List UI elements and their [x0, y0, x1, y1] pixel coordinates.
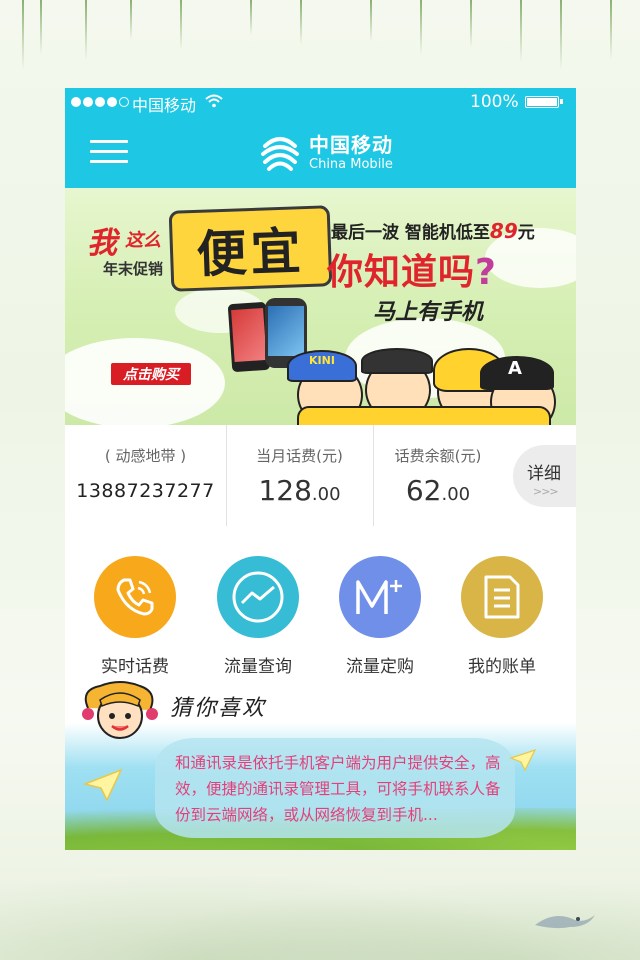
- recommend-description: 和通讯录是依托手机客户端为用户提供安全，高效，便捷的通讯录管理工具，可将手机联系…: [175, 754, 501, 824]
- bird-decoration-icon: [535, 915, 595, 929]
- battery-icon: [525, 96, 563, 108]
- banner-promo-subtitle: 年末促销: [103, 260, 164, 278]
- detail-arrows-icon: >>>: [533, 485, 559, 498]
- banner-last-wave: 最后一波 智能机低至89元: [331, 219, 535, 243]
- china-mobile-logo: 中国移动 China Mobile: [259, 132, 393, 174]
- paper-plane-icon: [83, 768, 123, 802]
- kid-hat-text: KINI: [309, 354, 335, 367]
- traffic-order-button[interactable]: 流量定购: [330, 556, 430, 677]
- bill-document-icon: [461, 556, 543, 638]
- recommend-title: 猜你喜欢: [170, 696, 267, 721]
- cartoon-girl-icon: [82, 681, 158, 739]
- battery-percent: 100%: [470, 92, 519, 112]
- carrier-name: 中国移动: [132, 96, 197, 115]
- hamburger-menu-icon[interactable]: [90, 136, 128, 166]
- wifi-icon: [205, 94, 223, 108]
- logo-cn: 中国移动: [309, 133, 393, 157]
- phone-screen: 中国移动 100% 中国移动 China Mobile 我 这么 年末促销 便宜…: [65, 88, 576, 850]
- banner-wo: 我: [87, 226, 117, 261]
- balance-panel: ( 动感地带 ) 13887237277 当月话费(元) 128.00 话费余额…: [65, 425, 576, 527]
- traffic-chart-icon: [217, 556, 299, 638]
- status-bar: 中国移动 100%: [65, 88, 576, 116]
- remaining-label: 话费余额(元): [394, 447, 482, 465]
- paper-plane-small-icon: [509, 748, 537, 772]
- m-plus-icon: [339, 556, 421, 638]
- banner-zheme: 这么: [125, 230, 161, 251]
- realtime-fee-button[interactable]: 实时话费: [85, 556, 185, 677]
- buy-now-button[interactable]: 点击购买: [111, 363, 191, 385]
- banner-smartphone-red: [227, 301, 271, 373]
- top-bar: 中国移动 100% 中国移动 China Mobile: [65, 88, 576, 188]
- recommend-section[interactable]: 猜你喜欢 和通讯录是依托手机客户端为用户提供安全，高效，便捷的通讯录管理工具，可…: [65, 668, 576, 850]
- banner-cheap-text: 便宜: [195, 221, 306, 284]
- month-fee-label: 当月话费(元): [256, 447, 343, 465]
- banner-price: 89: [489, 219, 518, 243]
- my-bill-button[interactable]: 我的账单: [452, 556, 552, 677]
- china-mobile-logo-icon: [261, 137, 299, 171]
- banner-cheap-box: 便宜: [168, 205, 333, 292]
- detail-button[interactable]: 详细 >>>: [513, 445, 576, 507]
- signal-strength-icon: [71, 97, 129, 107]
- remaining-balance-column: 话费余额(元) 62.00: [373, 425, 503, 526]
- promo-banner[interactable]: 我 这么 年末促销 便宜 最后一波 智能机低至89元 你知道吗? 马上有手机 点…: [65, 188, 576, 425]
- detail-label: 详细: [527, 464, 561, 484]
- month-fee-column: 当月话费(元) 128.00: [226, 425, 373, 526]
- logo-en: China Mobile: [309, 157, 393, 172]
- account-plan-column: ( 动感地带 ) 13887237277: [65, 425, 226, 526]
- month-fee-value: 128.00: [258, 474, 341, 507]
- remaining-value: 62.00: [405, 474, 471, 507]
- phone-call-icon: [94, 556, 176, 638]
- traffic-query-button[interactable]: 流量查询: [208, 556, 308, 677]
- kid-hat-text-a: A: [508, 358, 522, 379]
- quick-actions: 实时话费 流量查询 流量定购 我的账单: [65, 526, 576, 677]
- banner-get-phone: 马上有手机: [373, 300, 484, 325]
- phone-number: 13887237277: [76, 480, 215, 502]
- plan-label: ( 动感地带 ): [104, 447, 187, 465]
- banner-do-you-know: 你知道吗?: [327, 252, 497, 293]
